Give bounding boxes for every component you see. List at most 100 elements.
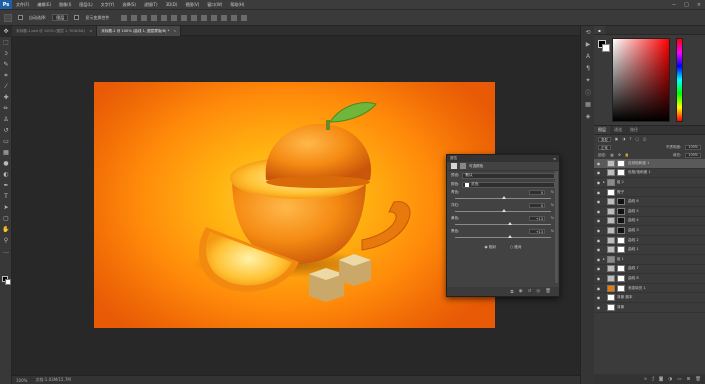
- layer-row[interactable]: ◉ 渐变填充 1: [594, 284, 705, 294]
- colors-dropdown[interactable]: 红色: [462, 181, 555, 188]
- quick-select-tool-icon[interactable]: ✎: [0, 59, 12, 70]
- align-left-icon[interactable]: [151, 14, 158, 21]
- menu-item[interactable]: 视图(V): [185, 2, 199, 8]
- dodge-tool-icon[interactable]: ◐: [0, 169, 12, 180]
- hand-tool-icon[interactable]: ✋: [0, 224, 12, 235]
- preset-dropdown[interactable]: 默认: [462, 172, 555, 179]
- lock-position-icon[interactable]: ✥: [618, 153, 621, 157]
- brush-settings-icon[interactable]: ✦: [581, 74, 595, 86]
- align-hcenter-icon[interactable]: [161, 14, 168, 21]
- menu-item[interactable]: 窗口(W): [207, 2, 222, 8]
- layer-row[interactable]: ◉ 橙子: [594, 188, 705, 198]
- maximize-button[interactable]: □: [684, 2, 689, 8]
- background-color-swatch[interactable]: [5, 279, 11, 285]
- align-top-icon[interactable]: [121, 14, 128, 21]
- eye-icon[interactable]: ◉: [594, 276, 603, 281]
- brush-tool-icon[interactable]: ✏: [0, 103, 12, 114]
- blur-tool-icon[interactable]: ●: [0, 158, 12, 169]
- eye-icon[interactable]: ◉: [594, 305, 603, 310]
- color-picker-field[interactable]: [612, 38, 670, 122]
- eye-icon[interactable]: ◉: [594, 286, 603, 291]
- layer-mask-thumbnail[interactable]: [617, 207, 625, 215]
- trash-icon[interactable]: 🗑: [545, 289, 551, 294]
- add-mask-icon[interactable]: ◙: [659, 377, 663, 382]
- eye-icon[interactable]: ◉: [594, 161, 603, 166]
- slider-value-field[interactable]: 0: [529, 190, 545, 195]
- opacity-field[interactable]: 100%: [685, 144, 701, 150]
- layer-mask-thumbnail[interactable]: [617, 265, 625, 273]
- auto-select-checkbox[interactable]: [18, 15, 23, 20]
- eye-icon[interactable]: ◉: [594, 247, 603, 252]
- menu-item[interactable]: 文字(Y): [101, 2, 115, 8]
- background-color-swatch[interactable]: [602, 44, 610, 52]
- filter-shape-icon[interactable]: ▢: [636, 137, 639, 141]
- delete-layer-icon[interactable]: 🗑: [695, 377, 701, 382]
- slider-thumb[interactable]: [501, 195, 506, 199]
- tab-paths[interactable]: 路径: [626, 126, 642, 134]
- menu-item[interactable]: 图像(I): [59, 2, 71, 8]
- shape-tool-icon[interactable]: ▢: [0, 213, 12, 224]
- distribute-right-icon[interactable]: [231, 14, 238, 21]
- eraser-tool-icon[interactable]: ▭: [0, 136, 12, 147]
- layer-mask-thumbnail[interactable]: [617, 236, 625, 244]
- eye-icon[interactable]: ◉: [594, 218, 603, 223]
- auto-select-dropdown[interactable]: 图层: [52, 14, 69, 21]
- layer-row[interactable]: ◉ 色相/饱和度 1: [594, 169, 705, 179]
- clone-stamp-tool-icon[interactable]: ♙: [0, 114, 12, 125]
- distribute-hcenter-icon[interactable]: [221, 14, 228, 21]
- fx-icon[interactable]: ƒ: [652, 377, 654, 382]
- color-slider[interactable]: 洋红: 0%: [447, 202, 559, 215]
- crop-tool-icon[interactable]: ⌗: [0, 70, 12, 81]
- more-tools-icon[interactable]: …: [0, 246, 12, 257]
- history-brush-tool-icon[interactable]: ↺: [0, 125, 12, 136]
- layer-row[interactable]: ◉ 曲线 7: [594, 265, 705, 275]
- slider-value-field[interactable]: 0: [529, 203, 545, 208]
- slider-thumb[interactable]: [508, 221, 513, 225]
- layer-row[interactable]: ◉ 曲线 6: [594, 197, 705, 207]
- layer-row[interactable]: ◉ ▸ 组 2: [594, 178, 705, 188]
- show-transform-checkbox[interactable]: [74, 15, 80, 20]
- menu-item[interactable]: 滤镜(T): [144, 2, 158, 8]
- document-tab-1[interactable]: 未标题-1.psd @ 100% (图层 1, RGB/8#) ×: [12, 26, 98, 36]
- menu-item[interactable]: 选择(S): [122, 2, 136, 8]
- menu-item[interactable]: 图层(L): [79, 2, 92, 8]
- layer-mask-thumbnail[interactable]: [617, 274, 625, 282]
- auto-align-icon[interactable]: [241, 14, 248, 21]
- absolute-radio[interactable]: ○ 绝对: [510, 245, 521, 250]
- eye-icon[interactable]: ◉: [594, 190, 603, 195]
- color-slider[interactable]: 青色: 0%: [447, 189, 559, 202]
- new-group-icon[interactable]: ▭: [677, 377, 681, 382]
- layer-row[interactable]: ◉ 背景 副本: [594, 293, 705, 303]
- eye-icon[interactable]: ◉: [594, 199, 603, 204]
- layer-mask-thumbnail[interactable]: [617, 246, 625, 254]
- layer-row[interactable]: ◉ 曲线 5: [594, 207, 705, 217]
- distribute-left-icon[interactable]: [211, 14, 218, 21]
- filter-type-icon[interactable]: T: [629, 137, 631, 141]
- tab-channels[interactable]: 通道: [610, 126, 626, 134]
- slider-track[interactable]: [455, 237, 551, 238]
- marquee-tool-icon[interactable]: ⬚: [0, 37, 12, 48]
- close-tab-icon[interactable]: ×: [173, 29, 176, 33]
- layer-row[interactable]: ◉ 曲线 1: [594, 245, 705, 255]
- properties-header[interactable]: 属性 ≡: [447, 155, 559, 162]
- new-adjustment-icon[interactable]: ◑: [668, 377, 672, 382]
- paragraph-icon[interactable]: ¶: [581, 62, 595, 74]
- eye-icon[interactable]: ◉: [594, 180, 603, 185]
- actions-icon[interactable]: ▶: [581, 38, 595, 50]
- menu-item[interactable]: 帮助(H): [230, 2, 244, 8]
- layer-mask-thumbnail[interactable]: [617, 159, 625, 167]
- view-previous-icon[interactable]: ◉: [519, 289, 523, 294]
- distribute-top-icon[interactable]: [181, 14, 188, 21]
- clip-to-layer-icon[interactable]: ⧉: [510, 289, 513, 295]
- layer-mask-thumbnail[interactable]: [617, 217, 625, 225]
- layer-kind-filter[interactable]: 类型: [598, 136, 611, 142]
- eye-icon[interactable]: ◉: [594, 209, 603, 214]
- layer-row[interactable]: ◉ 曲线 8: [594, 274, 705, 284]
- filter-pixel-icon[interactable]: ▣: [615, 137, 618, 141]
- close-tab-icon[interactable]: ×: [89, 29, 92, 33]
- menu-item[interactable]: 编辑(E): [37, 2, 51, 8]
- menu-item[interactable]: 文件(F): [16, 2, 29, 8]
- zoom-level[interactable]: 100%: [16, 378, 27, 383]
- new-layer-icon[interactable]: ⊞: [687, 377, 691, 382]
- color-slider[interactable]: 黑色: +13%: [447, 228, 559, 241]
